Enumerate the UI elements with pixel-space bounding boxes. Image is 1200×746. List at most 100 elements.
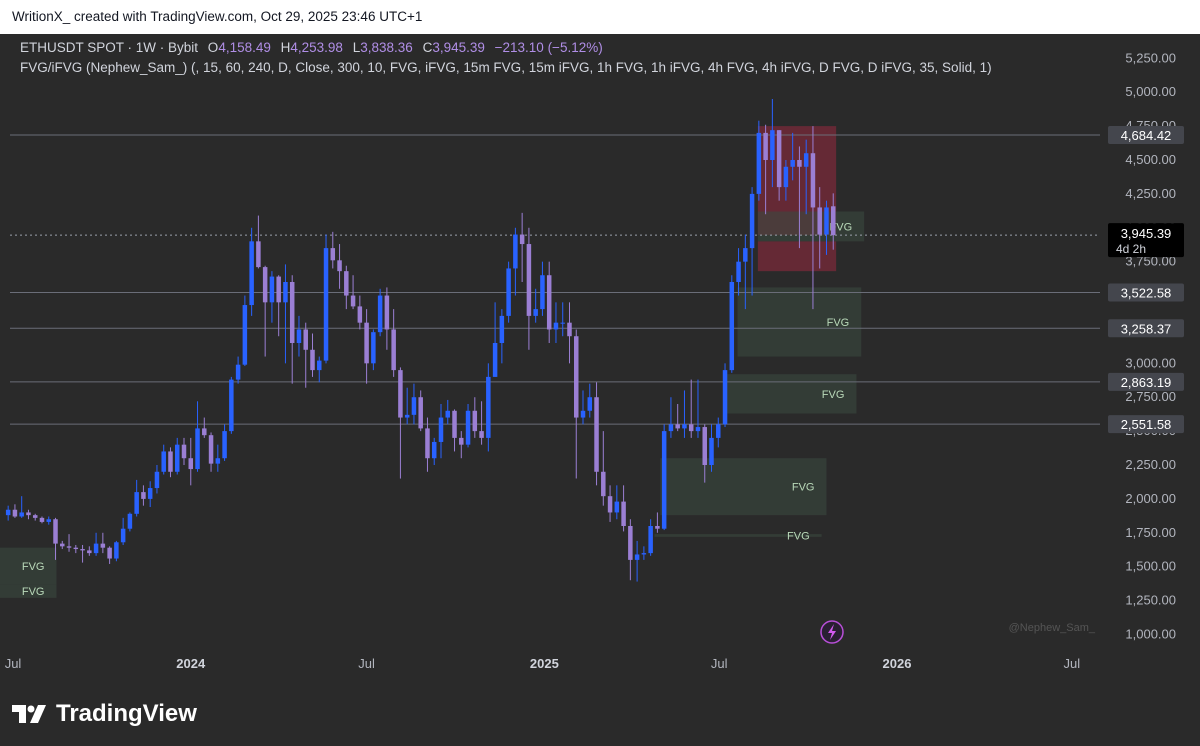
attribution-bar: WritionX_ created with TradingView.com, … [0, 0, 1200, 34]
candle-body [587, 397, 593, 411]
candle-body [114, 542, 119, 559]
candle-body [810, 153, 816, 208]
candle-body [215, 458, 221, 464]
candle-body [716, 424, 721, 438]
candle-body [317, 360, 322, 371]
candle-body [168, 451, 173, 472]
candle-body [628, 526, 633, 560]
candle-body [120, 528, 126, 543]
fvg-label: FVG [22, 561, 45, 573]
y-tick-label: 3,000.00 [1125, 355, 1176, 370]
candle-body [614, 501, 620, 513]
candle-body [26, 512, 31, 516]
low-value: 3,838.36 [360, 40, 413, 55]
candle-body [93, 543, 99, 554]
candle-body [66, 546, 72, 548]
candle-body [425, 428, 430, 459]
candle-body [364, 322, 369, 364]
candle-body [377, 295, 383, 333]
candle-body [675, 424, 680, 429]
candle-body [783, 166, 789, 188]
candle-body [519, 234, 525, 245]
candle-body [141, 492, 146, 499]
candle-body [398, 370, 403, 418]
y-tick-label: 5,250.00 [1125, 50, 1176, 65]
candle-body [452, 410, 457, 438]
price-chart[interactable]: FVGFVGFVGFVGFVGFVGFVG 5,250.005,000.004,… [0, 34, 1200, 746]
candle-body [743, 248, 748, 262]
candle-body [289, 282, 295, 343]
candle-body [235, 364, 241, 380]
watermark-text: @Nephew_Sam_ [1009, 622, 1096, 634]
chart-panel[interactable]: FVG FVG FVG FVG FVG FVG FVG 5,250.00 5,000.00 4,… [0, 34, 1200, 746]
candle-body [161, 451, 166, 472]
candle-body [736, 261, 741, 282]
lightning-icon[interactable] [820, 620, 844, 644]
candle-body [499, 315, 505, 343]
candle-body [371, 332, 376, 364]
candle-body [540, 275, 545, 310]
candle-body [655, 526, 660, 529]
candle-body [668, 424, 674, 432]
candle-body [756, 132, 762, 194]
fvg-label: FVG [22, 586, 45, 598]
candle-body [749, 193, 755, 249]
y-tick-label: 1,750.00 [1125, 525, 1176, 540]
candle-body [418, 397, 423, 429]
high-label: H [280, 40, 291, 55]
x-tick-label: 2024 [176, 656, 206, 671]
candle-body [5, 509, 11, 516]
candle-body [729, 282, 735, 371]
candle-body [32, 515, 38, 518]
candle-body [830, 206, 836, 236]
close-value: 3,945.39 [432, 40, 485, 55]
candle-body [770, 130, 775, 160]
countdown-text: 4d 2h [1116, 242, 1146, 256]
candle-body [790, 160, 795, 167]
y-tick-label: 1,000.00 [1125, 626, 1176, 641]
candle-body [648, 526, 653, 554]
candle-body [492, 343, 498, 377]
candle-body [107, 547, 112, 559]
close-label: C [422, 40, 433, 55]
candle-body [695, 427, 701, 432]
change-value: −213.10 (−5.12%) [494, 40, 603, 55]
candle-body [404, 414, 410, 418]
candle-body [242, 305, 248, 365]
x-tick-label: Jul [711, 656, 728, 671]
open-label: O [207, 40, 219, 55]
y-tick-label: 4,250.00 [1125, 186, 1176, 201]
candle-body [39, 517, 45, 522]
candle-body [12, 509, 18, 517]
candle-body [634, 554, 640, 560]
candle-body [283, 282, 288, 303]
candle-body [776, 130, 782, 188]
y-tick-label: 2,000.00 [1125, 491, 1176, 506]
x-tick-label: Jul [358, 656, 375, 671]
y-tick-label: 1,500.00 [1125, 559, 1176, 574]
candle-body [513, 234, 518, 269]
candle-body [573, 336, 579, 418]
candle-body [357, 306, 363, 323]
candle-body [262, 267, 268, 303]
candle-body [601, 471, 606, 497]
x-tick-label: Jul [1064, 656, 1081, 671]
candle-body [147, 488, 153, 499]
candle-body [384, 295, 390, 330]
candle-body [330, 248, 336, 261]
candle-body [303, 329, 308, 350]
fvg-label: FVG [822, 389, 845, 401]
candle-body [46, 519, 51, 522]
candle-body [100, 543, 106, 548]
candle-body [472, 410, 478, 432]
tradingview-icon [12, 705, 46, 723]
candle-body [553, 322, 559, 330]
candle-body [296, 329, 302, 343]
candle-body [560, 322, 565, 324]
high-value: 4,253.98 [290, 40, 343, 55]
indicator-legend[interactable]: FVG/iFVG (Nephew_Sam_) (, 15, 60, 240, D… [20, 60, 992, 75]
symbol-label[interactable]: ETHUSDT SPOT · 1W · Bybit [20, 40, 198, 55]
price-label-text: 3,522.58 [1121, 285, 1172, 300]
x-tick-label: 2026 [883, 656, 912, 671]
x-tick-label: 2025 [530, 656, 559, 671]
